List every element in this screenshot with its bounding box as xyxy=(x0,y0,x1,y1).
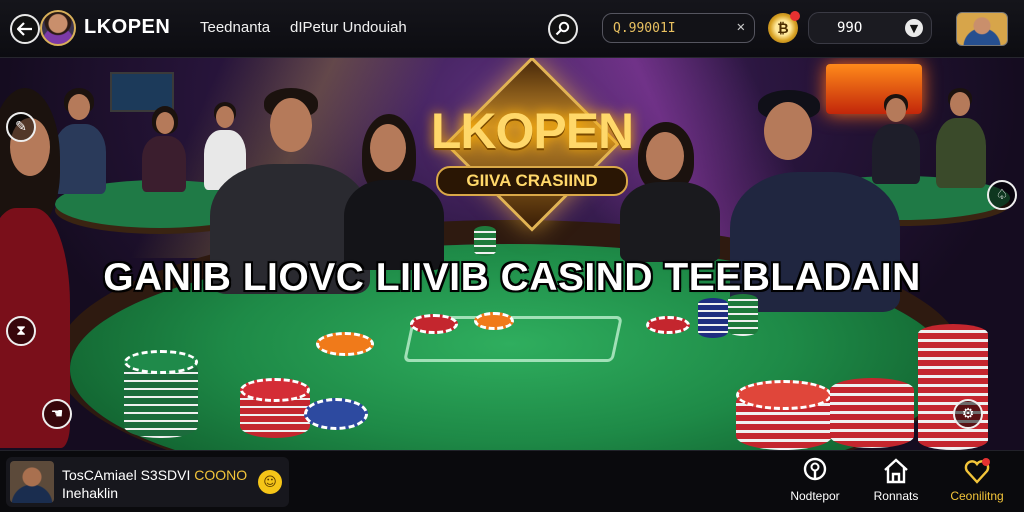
chevron-down-icon[interactable]: ▼ xyxy=(905,19,923,37)
promo-subtitle: Inehaklin xyxy=(62,485,119,501)
hourglass-icon[interactable]: ⧗ xyxy=(6,316,36,346)
search-icon[interactable] xyxy=(548,14,578,44)
back-arrow-icon[interactable] xyxy=(10,14,40,44)
hero-logo: LKOPEN GIIVA CRASIIND xyxy=(400,58,664,232)
nav-label-home: Ronnats xyxy=(873,489,919,503)
nav-label-favorites: Ceonilitng xyxy=(950,489,1004,503)
nav-label-search: Nodtepor xyxy=(790,489,840,503)
hand-icon[interactable]: ☚ xyxy=(42,399,72,429)
chip xyxy=(410,314,458,334)
hero-headline: GANIB LIOVC LIIVIB CASIND TEEBLADAIN xyxy=(103,256,921,299)
chip xyxy=(304,398,368,430)
cards-icon[interactable]: ♤ xyxy=(987,180,1017,210)
promo-title-text: TosCAmiael S3SDVI xyxy=(62,467,195,483)
home-icon xyxy=(884,458,908,484)
search-icon xyxy=(803,457,827,481)
balance-value: 99O xyxy=(837,20,863,36)
promo-card[interactable]: TosCAmiael S3SDVI COONO Inehaklin ☺ xyxy=(6,457,289,507)
chip xyxy=(646,316,690,334)
top-bar: LKOPEN Teednanta dIPetur Undouiah Q.9900… xyxy=(0,0,1024,58)
logo-wordmark: LKOPEN xyxy=(430,103,634,159)
promo-avatar xyxy=(10,461,54,503)
logo-subtitle: GIIVA CRASIIND xyxy=(436,166,628,196)
hero-banner: LKOPEN GIIVA CRASIIND GANIB LIOVC LIIVIB… xyxy=(0,58,1024,450)
promo-title-accent: COONO xyxy=(194,467,248,483)
promo-title: TosCAmiael S3SDVI COONO xyxy=(62,467,247,483)
wand-icon[interactable]: ✎ xyxy=(6,112,36,142)
close-icon[interactable]: ✕ xyxy=(737,19,745,35)
notification-dot xyxy=(790,11,800,21)
coin-icon[interactable]: ₿ xyxy=(768,11,800,43)
search-value: Q.99001I xyxy=(613,20,676,36)
brand-name[interactable]: LKOPEN xyxy=(84,16,170,39)
heart-icon xyxy=(964,458,990,484)
chip xyxy=(316,332,374,356)
nav-item-home[interactable]: Ronnats xyxy=(851,457,941,507)
nav-item-favorites[interactable]: Ceonilitng xyxy=(932,457,1022,507)
nav-item-search[interactable]: Nodtepor xyxy=(770,457,860,507)
nav-link-2[interactable]: dIPetur Undouiah xyxy=(290,19,407,36)
bottom-bar: TosCAmiael S3SDVI COONO Inehaklin ☺ Nodt… xyxy=(0,450,1024,512)
nav-link-1[interactable]: Teednanta xyxy=(200,19,270,36)
chip xyxy=(474,312,514,330)
smiley-icon[interactable]: ☺ xyxy=(258,470,282,494)
balance-display[interactable]: 99O ▼ xyxy=(808,12,932,44)
profile-avatar[interactable] xyxy=(956,12,1008,46)
gear-icon[interactable]: ⚙ xyxy=(953,399,983,429)
logo-avatar[interactable] xyxy=(40,10,76,46)
search-input[interactable]: Q.99001I ✕ xyxy=(602,13,755,43)
